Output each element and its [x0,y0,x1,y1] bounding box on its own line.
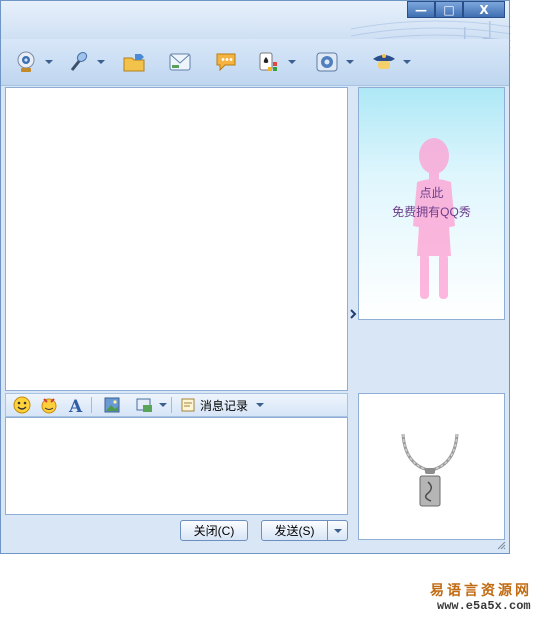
watermark-site-name: 易语言资源网 [430,583,532,599]
send-button[interactable]: 发送(S) [261,520,328,541]
security-icon [371,49,397,75]
send-file-icon [122,49,148,75]
toolbar-item-chat[interactable] [214,49,240,75]
avatar-silhouette [413,138,455,299]
chevron-down-icon [333,528,342,533]
svg-text:A: A [68,397,83,414]
magic-face-icon[interactable] [38,395,60,415]
chevron-down-icon[interactable] [346,60,354,64]
screenshot-icon[interactable] [133,395,155,415]
message-history-label: 消息记录 [200,398,249,413]
mail-icon [167,49,193,75]
collapse-panel-toggle[interactable] [348,307,358,321]
toolbar-item-microphone[interactable] [65,49,105,75]
emoticon-icon[interactable] [11,395,33,415]
title-bar[interactable]: — □ X [1,1,511,58]
toolbar-item-send-file[interactable] [122,49,148,75]
image-icon[interactable] [101,395,123,415]
microphone-icon [65,49,91,75]
format-toolbar: A 消息记录 [5,393,348,417]
close-button[interactable]: 关闭(C) [180,520,248,541]
games-icon [256,49,282,75]
chevron-down-icon[interactable] [288,60,296,64]
qq-show-panel[interactable]: 点此 免费拥有QQ秀 [358,87,505,320]
toolbar-item-security[interactable] [371,49,411,75]
chat-bubble-icon [214,49,240,75]
chevron-down-icon[interactable] [256,403,265,407]
chevron-down-icon[interactable] [159,403,167,407]
chevron-down-icon[interactable] [45,60,53,64]
qq-show-line1: 点此 [419,186,444,200]
chevron-down-icon[interactable] [97,60,105,64]
toolbar-item-webcam[interactable] [13,49,53,75]
message-history-button[interactable]: 消息记录 [180,397,265,414]
close-window-button[interactable]: X [463,1,505,18]
watermark-site-url: www.e5a5x.com [437,599,531,613]
chevron-right-icon [350,309,357,319]
pendant-panel[interactable] [358,393,505,540]
resize-grip-icon[interactable] [496,540,506,550]
message-display-area[interactable] [5,87,348,391]
settings-icon [314,49,340,75]
message-input[interactable] [5,417,348,515]
divider [91,397,92,413]
font-icon[interactable]: A [65,395,87,415]
send-options-button[interactable] [327,520,348,541]
toolbar-item-settings[interactable] [314,49,354,75]
minimize-button[interactable]: — [407,1,435,18]
chat-window: — □ X A 消息记录 关闭(C) 发送(S) 点此 免费拥有QQ秀 [0,0,511,554]
toolbar-item-mail[interactable] [167,49,193,75]
toolbar-item-games[interactable] [256,49,296,75]
chevron-down-icon[interactable] [403,60,411,64]
maximize-button[interactable]: □ [435,1,463,18]
webcam-icon [13,49,39,75]
divider [171,397,172,413]
necklace-pendant-image [401,433,459,507]
qq-show-line2: 免费拥有QQ秀 [392,205,471,219]
history-icon [181,398,195,412]
